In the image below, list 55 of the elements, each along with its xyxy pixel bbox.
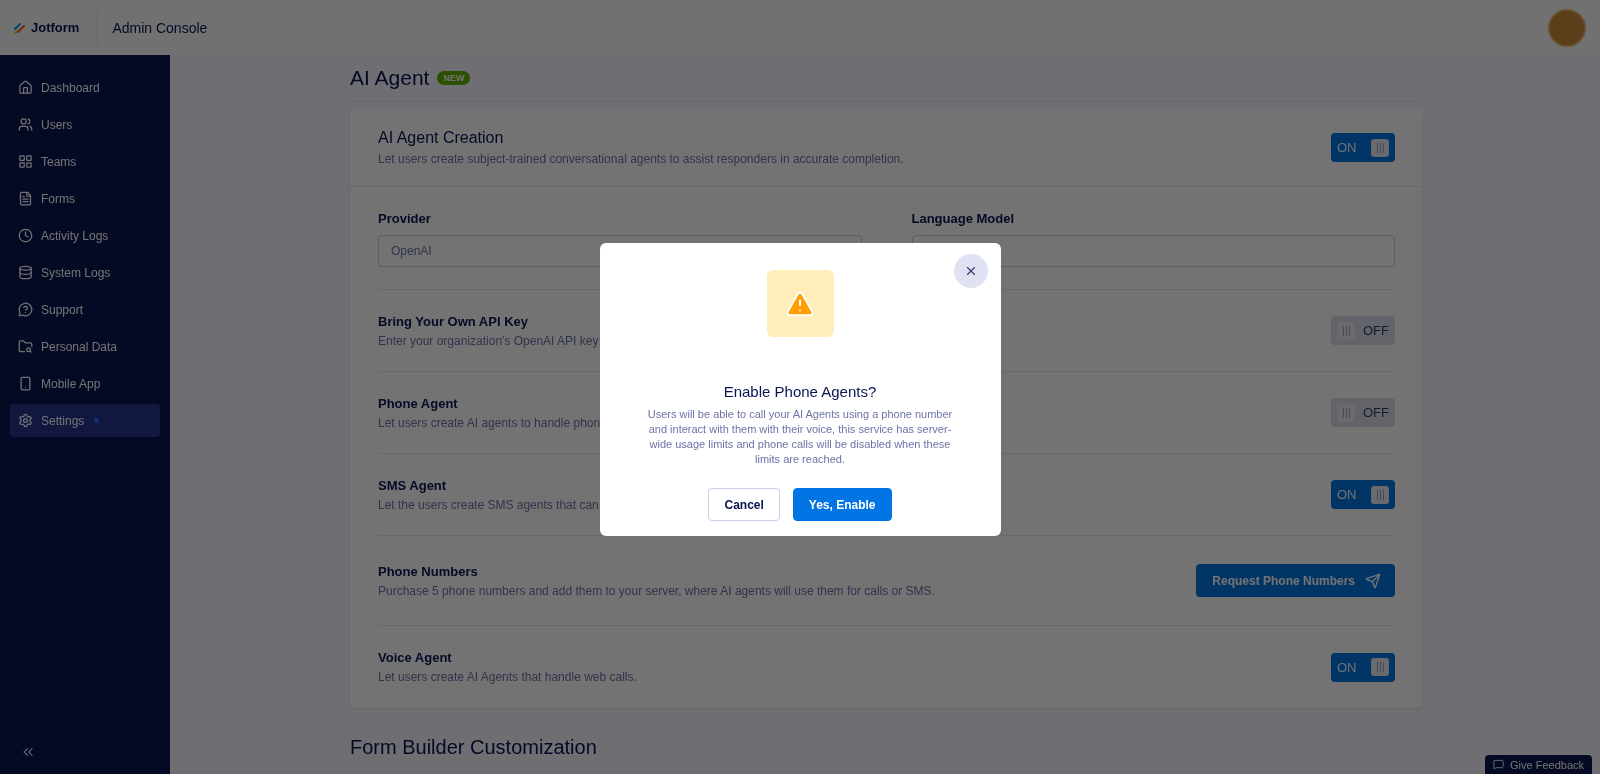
toggle-switch[interactable]: ON <box>1331 133 1395 162</box>
cancel-button[interactable]: Cancel <box>708 488 780 521</box>
nav-icon <box>18 339 33 354</box>
setting-description: Let the users create SMS agents that can <box>378 497 599 512</box>
nav-icon <box>18 191 33 206</box>
field-label: Language Model <box>911 211 1016 226</box>
sidebar-item[interactable]: Personal Data <box>10 330 160 363</box>
sidebar-item[interactable]: System Logs <box>10 256 160 289</box>
nav-icon <box>18 413 33 428</box>
sidebar-item[interactable]: Users <box>10 108 160 141</box>
chat-icon <box>1493 759 1504 770</box>
request-button[interactable]: Request Phone Numbers <box>1196 564 1395 597</box>
section-title: Form Builder Customization <box>350 736 598 759</box>
nav-icon <box>18 80 33 95</box>
nav-icon <box>18 117 33 132</box>
toggle-switch[interactable]: OFF <box>1331 316 1395 345</box>
send-icon <box>1365 572 1381 589</box>
sidebar-item[interactable]: Dashboard <box>10 71 160 104</box>
setting-description: Let users create AI agents to handle phon <box>378 415 601 430</box>
setting-description: Let users create AI Agents that handle web calls. <box>378 670 637 684</box>
nav-icon <box>18 154 33 169</box>
setting-title: SMS Agent <box>378 477 448 493</box>
sidebar-item[interactable]: Forms <box>10 182 160 215</box>
logo-icon <box>14 21 26 34</box>
toggle-switch[interactable]: ON <box>1331 480 1395 509</box>
toggle-switch[interactable]: ON <box>1331 652 1395 682</box>
avatar[interactable] <box>1548 8 1586 47</box>
nav-icon <box>18 265 33 280</box>
close-button[interactable] <box>953 254 988 288</box>
logo-text: Jotform <box>31 20 80 35</box>
nav-icon <box>18 228 33 243</box>
card-description: Let users create subject-trained conversational agents to assist responders in accurate completion. <box>378 152 904 166</box>
nav-icon <box>18 302 33 317</box>
sidebar-item[interactable]: Activity Logs <box>10 219 160 252</box>
toggle-switch[interactable]: OFF <box>1331 398 1395 427</box>
nav-icon <box>18 376 33 391</box>
field-label: Provider <box>378 211 432 226</box>
setting-title: Phone Agent <box>378 395 459 411</box>
setting-title: Phone Numbers <box>378 563 479 579</box>
dialog-title: Enable Phone Agents? <box>723 383 877 400</box>
confirm-button[interactable]: Yes, Enable <box>792 488 892 521</box>
new-badge: NEW <box>437 71 471 85</box>
setting-title: Bring Your Own API Key <box>378 313 529 329</box>
setting-description: Enter your organization's OpenAI API key <box>378 333 599 348</box>
header-title: Admin Console <box>112 19 208 36</box>
setting-title: Voice Agent <box>378 650 453 665</box>
card-title: AI Agent Creation <box>378 129 505 147</box>
sidebar-item[interactable]: Mobile App <box>10 367 160 400</box>
page-title: AI Agent <box>350 66 430 90</box>
setting-description: Purchase 5 phone numbers and add them to your server, where AI agents will use them for calls or SMS. <box>378 583 935 598</box>
dialog-message: Users will be able to call your AI Agents using a phone number and interact with them with their voice, this service has server-wide usage limits and phone calls will be disabled when these limits are reached. <box>646 407 954 467</box>
sidebar-item[interactable]: Teams <box>10 145 160 178</box>
feedback-button[interactable]: Give Feedback <box>1485 755 1592 774</box>
sidebar-item[interactable]: Settings <box>10 404 160 437</box>
sidebar-item[interactable]: Support <box>10 293 160 326</box>
